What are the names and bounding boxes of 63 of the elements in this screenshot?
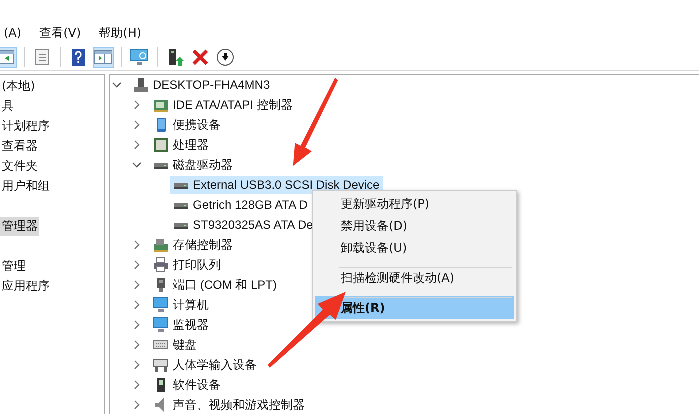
- sidebar-item[interactable]: 查看器: [0, 136, 39, 156]
- context-menu-item[interactable]: 禁用设备(D): [315, 215, 514, 237]
- sidebar-item[interactable]: 计划程序: [0, 116, 51, 136]
- printer-icon: [153, 257, 169, 273]
- properties-icon: [33, 48, 52, 66]
- computer-icon: [133, 77, 149, 93]
- expand-chevron-icon[interactable]: [132, 260, 142, 270]
- tree-item[interactable]: 软件设备: [150, 376, 224, 394]
- input-device-icon: [153, 357, 169, 373]
- expand-chevron-icon[interactable]: [132, 340, 142, 350]
- back-icon: [0, 48, 16, 66]
- tree-item[interactable]: 端口 (COM 和 LPT): [150, 276, 280, 294]
- sidebar-item[interactable]: 文件夹: [0, 156, 39, 176]
- expand-chevron-icon[interactable]: [132, 240, 142, 250]
- expand-chevron-icon[interactable]: [132, 300, 142, 310]
- update-driver-icon: [166, 48, 185, 66]
- sidebar-item[interactable]: 管理: [0, 256, 27, 276]
- controller-card-icon: [153, 97, 169, 113]
- tree-item[interactable]: External USB3.0 SCSI Disk Device: [170, 176, 383, 194]
- expand-chevron-icon[interactable]: [132, 140, 142, 150]
- tree-item[interactable]: 键盘: [150, 336, 200, 354]
- sidebar-item[interactable]: 应用程序: [0, 276, 51, 296]
- context-menu-item[interactable]: 卸载设备(U): [315, 237, 514, 259]
- expand-chevron-icon[interactable]: [132, 280, 142, 290]
- tree-item[interactable]: 计算机: [150, 296, 212, 314]
- menu-item[interactable]: 帮助(H): [95, 22, 146, 44]
- collapse-chevron-icon[interactable]: [112, 80, 122, 90]
- tree-item[interactable]: 处理器: [150, 136, 212, 154]
- storage-controller-icon: [153, 237, 169, 253]
- tree-item[interactable]: 打印队列: [150, 256, 224, 274]
- chip-icon: [153, 137, 169, 153]
- monitor-icon: [153, 297, 169, 313]
- menu-item[interactable]: (A): [0, 24, 26, 42]
- expand-chevron-icon[interactable]: [132, 100, 142, 110]
- expand-chevron-icon[interactable]: [132, 380, 142, 390]
- panel-icon: [94, 48, 113, 66]
- tree-item[interactable]: DESKTOP-FHA4MN3: [130, 76, 274, 94]
- sidebar-item[interactable]: (本地): [0, 76, 36, 96]
- tree-item[interactable]: 存储控制器: [150, 236, 236, 254]
- tree-item[interactable]: Getrich 128GB ATA D: [170, 196, 311, 214]
- expand-chevron-icon[interactable]: [132, 320, 142, 330]
- toolbar-button[interactable]: [215, 46, 236, 68]
- sidebar-item[interactable]: 具: [0, 96, 15, 116]
- expand-chevron-icon[interactable]: [132, 400, 142, 410]
- context-menu-item[interactable]: 属性(R): [315, 296, 514, 319]
- context-menu-item[interactable]: 更新驱动程序(P): [315, 193, 514, 215]
- monitor-icon: [130, 48, 149, 66]
- help-icon: [69, 48, 88, 66]
- sidebar-item[interactable]: 用户和组: [0, 176, 51, 196]
- tree-item[interactable]: 人体学输入设备: [150, 356, 260, 374]
- tree-item[interactable]: ST9320325AS ATA De: [170, 216, 316, 234]
- delete-icon: [191, 48, 210, 66]
- tree-item[interactable]: IDE ATA/ATAPI 控制器: [150, 96, 296, 114]
- tree-item[interactable]: 磁盘驱动器: [150, 156, 236, 174]
- tree-item[interactable]: 便携设备: [150, 116, 224, 134]
- menu-item[interactable]: 查看(V): [36, 22, 86, 44]
- tree-item[interactable]: 监视器: [150, 316, 212, 334]
- expand-chevron-icon[interactable]: [132, 360, 142, 370]
- collapse-chevron-icon[interactable]: [132, 160, 142, 170]
- tree-item[interactable]: 声音、视频和游戏控制器: [150, 396, 308, 414]
- sidebar-item[interactable]: 管理器: [0, 216, 39, 236]
- expand-chevron-icon[interactable]: [132, 120, 142, 130]
- monitor-icon: [153, 317, 169, 333]
